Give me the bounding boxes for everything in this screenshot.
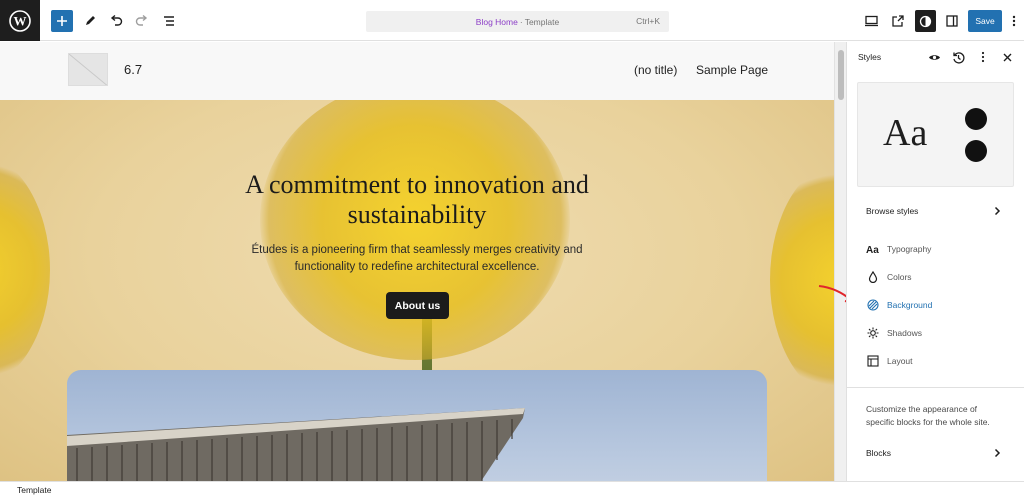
redo-button[interactable] bbox=[131, 10, 153, 32]
flower-decoration bbox=[770, 160, 834, 400]
hero-heading[interactable]: A commitment to innovation and sustainab… bbox=[200, 170, 634, 230]
site-title[interactable]: 6.7 bbox=[124, 62, 142, 77]
typography-icon: Aa bbox=[866, 242, 880, 256]
styles-sidebar: Styles Aa Browse styles Aa Typography Co… bbox=[846, 42, 1024, 481]
flower-decoration bbox=[0, 150, 50, 390]
hero-paragraph[interactable]: Études is a pioneering firm that seamles… bbox=[222, 242, 612, 276]
undo-icon bbox=[110, 14, 123, 26]
redo-icon bbox=[135, 14, 148, 26]
styles-toggle-button[interactable] bbox=[915, 10, 936, 32]
menu-item-label: Background bbox=[887, 300, 933, 310]
document-overview-button[interactable] bbox=[158, 10, 180, 32]
shadows-icon bbox=[866, 326, 880, 340]
building-roof-graphic bbox=[67, 408, 525, 481]
options-button[interactable] bbox=[1007, 10, 1021, 32]
menu-item-label: Shadows bbox=[887, 328, 922, 338]
editor-canvas[interactable]: 6.7 (no title) Sample Page A commitment … bbox=[0, 42, 834, 481]
menu-item-layout[interactable]: Layout bbox=[866, 353, 913, 369]
edit-tools-button[interactable] bbox=[79, 10, 101, 32]
history-icon bbox=[952, 51, 965, 64]
close-icon bbox=[1003, 53, 1011, 61]
nav-item-no-title[interactable]: (no title) bbox=[634, 63, 677, 77]
more-vertical-icon bbox=[981, 51, 985, 63]
add-block-button[interactable] bbox=[51, 10, 73, 32]
desktop-icon bbox=[864, 15, 878, 27]
command-shortcut: Ctrl+K bbox=[636, 16, 660, 26]
preview-typography-sample: Aa bbox=[883, 112, 928, 154]
more-actions-button[interactable] bbox=[976, 50, 990, 64]
styles-icon bbox=[919, 15, 932, 27]
eye-icon bbox=[928, 54, 940, 60]
layout-icon bbox=[866, 354, 880, 368]
site-editor: W Blog Home · Template Ctrl+K Save 6.7 (… bbox=[0, 0, 1024, 497]
document-bar[interactable]: Blog Home · Template Ctrl+K bbox=[366, 11, 669, 32]
preview-color-dot bbox=[965, 108, 987, 130]
breadcrumb-footer: Template bbox=[0, 481, 1024, 497]
background-icon bbox=[866, 298, 880, 312]
chevron-right-icon[interactable] bbox=[992, 206, 1002, 216]
menu-item-background[interactable]: Background bbox=[866, 297, 932, 313]
sidebar-header: Styles bbox=[847, 42, 1024, 72]
settings-sidebar-button[interactable] bbox=[941, 10, 963, 32]
revisions-button[interactable] bbox=[951, 50, 965, 64]
document-title: Blog Home bbox=[475, 16, 518, 27]
view-site-button[interactable] bbox=[887, 10, 909, 32]
more-vertical-icon bbox=[1012, 15, 1016, 27]
style-preview[interactable]: Aa bbox=[857, 82, 1014, 187]
undo-button[interactable] bbox=[105, 10, 127, 32]
close-sidebar-button[interactable] bbox=[1000, 50, 1014, 64]
colors-icon bbox=[866, 270, 880, 284]
hero-cover[interactable]: A commitment to innovation and sustainab… bbox=[0, 100, 834, 481]
menu-item-typography[interactable]: Aa Typography bbox=[866, 241, 931, 257]
top-toolbar: W Blog Home · Template Ctrl+K Save bbox=[0, 0, 1024, 41]
building-image[interactable] bbox=[67, 370, 767, 481]
about-us-button[interactable]: About us bbox=[386, 292, 449, 319]
style-book-button[interactable] bbox=[927, 50, 941, 64]
sidebar-divider bbox=[847, 387, 1024, 388]
nav-item-sample-page[interactable]: Sample Page bbox=[696, 63, 768, 77]
list-view-icon bbox=[164, 16, 174, 26]
menu-item-shadows[interactable]: Shadows bbox=[866, 325, 922, 341]
site-header[interactable]: 6.7 (no title) Sample Page bbox=[0, 42, 834, 100]
breadcrumb-template[interactable]: Template bbox=[17, 485, 52, 495]
external-link-icon bbox=[892, 15, 904, 27]
menu-item-colors[interactable]: Colors bbox=[866, 269, 912, 285]
chevron-right-icon[interactable] bbox=[992, 448, 1002, 458]
site-logo-placeholder[interactable] bbox=[68, 53, 108, 86]
canvas-scrollbar[interactable] bbox=[834, 42, 846, 481]
save-button[interactable]: Save bbox=[968, 10, 1002, 32]
flower-decoration bbox=[260, 100, 570, 360]
sidebar-icon bbox=[946, 15, 958, 27]
menu-item-label: Typography bbox=[887, 244, 932, 254]
menu-item-label: Layout bbox=[887, 356, 913, 366]
svg-text:Aa: Aa bbox=[866, 245, 879, 254]
device-preview-button[interactable] bbox=[860, 10, 882, 32]
blocks-description: Customize the appearance of specific blo… bbox=[866, 404, 990, 427]
document-separator: · bbox=[519, 16, 523, 27]
wordpress-logo-button[interactable]: W bbox=[0, 0, 40, 41]
svg-text:W: W bbox=[14, 13, 27, 28]
menu-item-label: Colors bbox=[887, 272, 912, 282]
sidebar-title: Styles bbox=[858, 52, 882, 62]
browse-styles-label[interactable]: Browse styles bbox=[866, 206, 918, 216]
wordpress-icon: W bbox=[9, 9, 31, 32]
placeholder-icon bbox=[69, 54, 107, 85]
preview-color-dot bbox=[965, 140, 987, 162]
plus-icon bbox=[57, 16, 67, 26]
document-type: Template bbox=[524, 16, 560, 27]
blocks-label[interactable]: Blocks bbox=[866, 448, 891, 458]
pencil-icon bbox=[86, 16, 95, 25]
scrollbar-thumb[interactable] bbox=[838, 50, 844, 100]
